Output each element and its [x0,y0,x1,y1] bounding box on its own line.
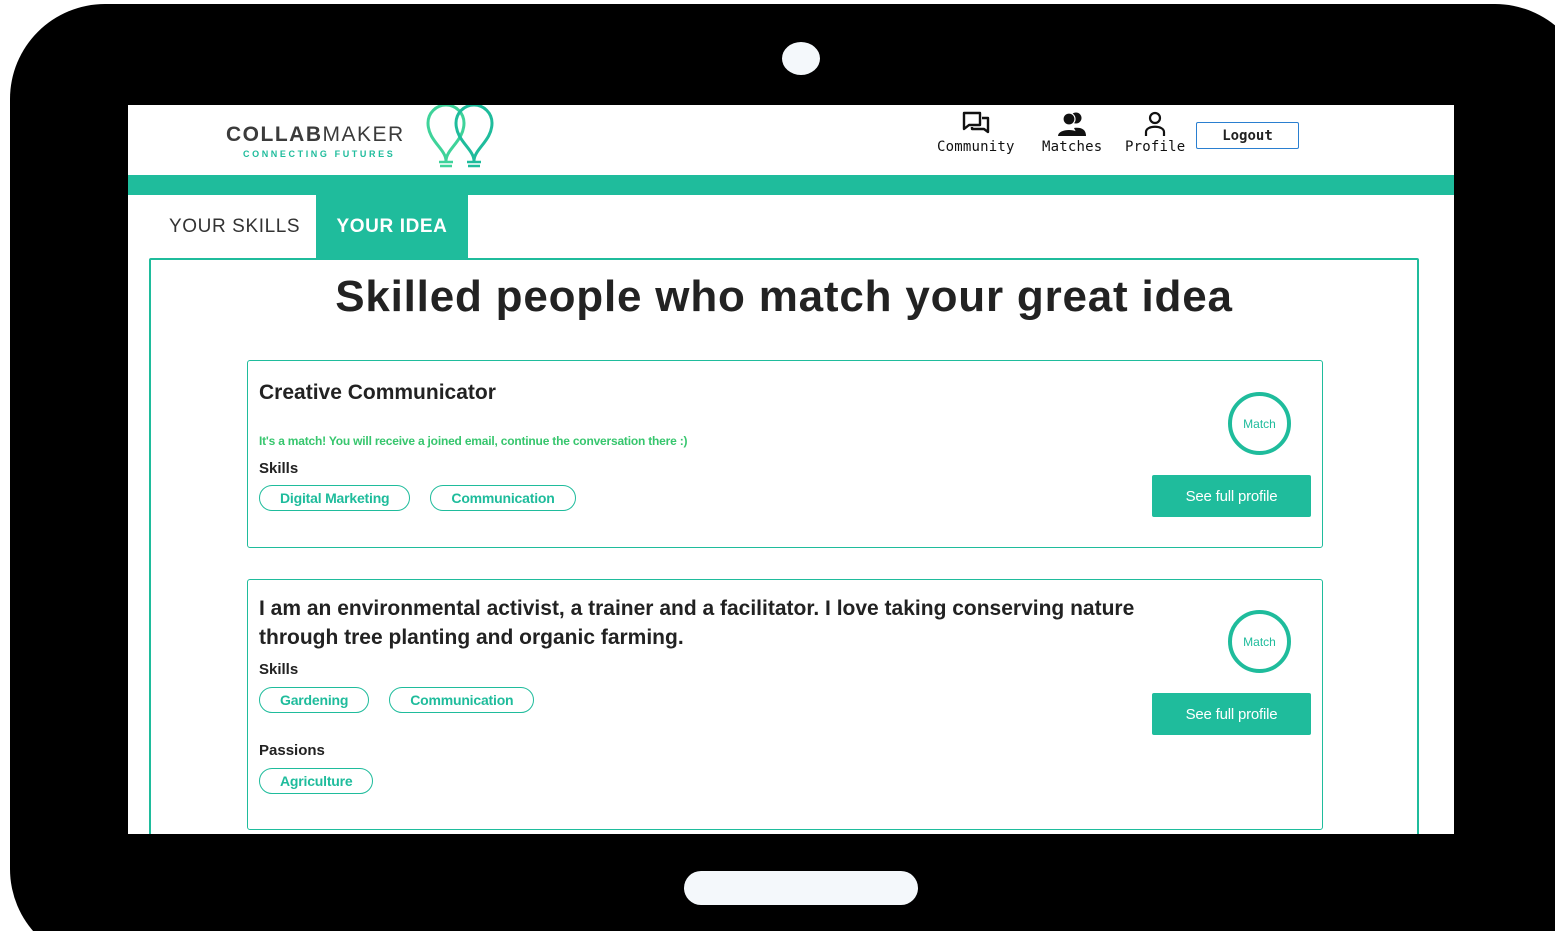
chat-bubbles-icon [962,111,990,134]
skills-tag-list: Gardening Communication [259,687,535,713]
nav-matches[interactable]: Matches [1042,111,1102,155]
nav-matches-label: Matches [1042,139,1103,155]
see-full-profile-button[interactable]: See full profile [1152,693,1311,735]
nav-profile-label: Profile [1125,139,1186,155]
match-card-title: Creative Communicator [259,381,496,404]
tablet-home-button [684,871,918,905]
match-confirmation-message: It's a match! You will receive a joined … [259,434,688,448]
skill-tag: Gardening [259,687,370,713]
app-header: COLLABMAKER CONNECTING FUTURES Community [128,105,1454,175]
logout-button[interactable]: Logout [1196,122,1299,149]
skills-label: Skills [259,460,299,477]
tablet-camera [782,42,820,75]
tab-your-skills[interactable]: YOUR SKILLS [148,195,321,258]
skills-tag-list: Digital Marketing Communication [259,485,576,511]
people-icon [1058,112,1087,136]
brand-tagline: CONNECTING FUTURES [243,149,396,159]
nav-community[interactable]: Community [937,111,1015,155]
skills-label: Skills [259,661,299,678]
match-card: Creative Communicator It's a match! You … [247,360,1323,548]
match-button[interactable]: Match [1228,392,1291,455]
lightbulbs-icon [426,105,494,168]
passion-tag: Agriculture [259,768,374,794]
person-icon [1145,111,1166,136]
header-accent-band [128,175,1454,195]
passions-tag-list: Agriculture [259,768,374,794]
skill-tag: Communication [430,485,576,511]
tab-your-idea[interactable]: YOUR IDEA [316,195,468,258]
match-card: I am an environmental activist, a traine… [247,579,1323,830]
match-button[interactable]: Match [1228,610,1291,673]
matches-panel: Skilled people who match your great idea… [149,258,1419,834]
nav-profile[interactable]: Profile [1125,111,1185,155]
app-screen: COLLABMAKER CONNECTING FUTURES Community [128,105,1454,834]
passions-label: Passions [259,742,325,759]
page-title: Skilled people who match your great idea [335,272,1233,321]
skill-tag: Communication [389,687,535,713]
see-full-profile-button[interactable]: See full profile [1152,475,1311,517]
nav-community-label: Community [937,139,1015,155]
match-card-title: I am an environmental activist, a traine… [259,597,1135,649]
skill-tag: Digital Marketing [259,485,411,511]
brand-wordmark: COLLABMAKER [226,123,405,146]
